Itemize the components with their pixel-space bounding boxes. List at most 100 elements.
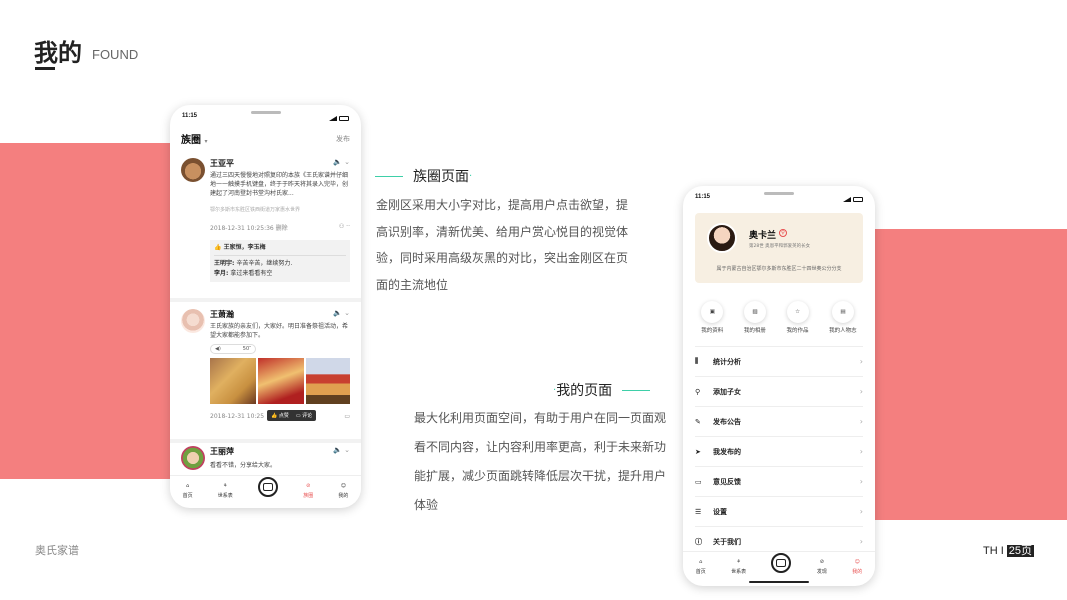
post-date: 2018-12-31 10:25 <box>210 413 265 420</box>
post-photo[interactable] <box>306 358 350 404</box>
add-user-icon: ⚲ <box>695 387 701 396</box>
title-underline <box>35 67 55 70</box>
circle-title[interactable]: 族圈 ▾ <box>181 131 208 146</box>
sound-icon: 🔈 <box>333 446 342 454</box>
sliders-icon: ☰ <box>695 507 702 516</box>
post-item: 王亚平 🔈 ⌄ 通过三四天慢慢地对照复印的本族《王氏家谱并仔细地一一触摸手机键盘… <box>181 158 350 298</box>
post-author[interactable]: 王萧瀚 <box>210 309 234 320</box>
tab-mine[interactable]: ☺ 我的 <box>338 481 348 499</box>
post-controls[interactable]: 🔈 ⌄ <box>333 158 350 166</box>
phone-mockup-mine: 11:15 奥卡兰 ♀ 第28世 奥恩平和郭爱英的长女 属于内蒙古自治区鄂尔多斯… <box>683 186 875 586</box>
menu-item-feedback[interactable]: ▭ 意见反馈 › <box>695 466 863 496</box>
avatar[interactable] <box>707 223 737 253</box>
chevron-right-icon: › <box>859 387 863 396</box>
tab-home[interactable]: ⌂ 首页 <box>696 557 706 575</box>
accent-band-left <box>0 143 175 479</box>
post-controls[interactable]: 🔈 ⌄ <box>333 446 350 454</box>
section1-body: 金刚区采用大小字对比，提高用户点击欲望，提高识别率，清新优美、给用户赏心悦目的视… <box>376 198 629 292</box>
compass-icon: ⊘ <box>819 559 824 565</box>
tab-discover[interactable]: ⊘ 发现 <box>817 557 827 575</box>
post-date: 2018-12-31 10:25:36 <box>210 225 274 232</box>
phone-mockup-circle: 11:15 族圈 ▾ 发布 王亚平 🔈 ⌄ 通过三四天慢慢地对照复印的本族《王氏… <box>170 105 361 508</box>
home-indicator <box>749 581 809 583</box>
profile-name: 奥卡兰 <box>749 231 777 241</box>
post-item: 王萧瀚 🔈 ⌄ 王氏家族的亲友们，大家好。明日准备祭祖活动，希望大家都能参加下。… <box>181 309 350 439</box>
notebook-icon: ▤ <box>831 301 854 323</box>
page-subtitle: FOUND <box>92 47 139 62</box>
book-icon <box>776 559 787 567</box>
profile-card[interactable]: 奥卡兰 ♀ 第28世 奥恩平和郭爱英的长女 属于内蒙古自治区鄂尔多斯市东胜区二十… <box>695 213 863 283</box>
post-text: 通过三四天慢慢地对照复印的本族《王氏家谱并仔细地一一触摸手机键盘，终于于昨天将其… <box>210 172 349 197</box>
menu-item-announce[interactable]: ✎ 发布公告 › <box>695 406 863 436</box>
section2-heading: · 我的页面 <box>553 380 651 400</box>
tab-home[interactable]: ⌂ 首页 <box>183 481 193 499</box>
publish-button[interactable]: 发布 <box>336 134 350 144</box>
chevron-right-icon: › <box>859 447 863 456</box>
shortcut-works[interactable]: ☆ 我的作品 <box>786 301 809 334</box>
likes-row: 👍 王家恒，李玉梅 <box>214 243 346 256</box>
chevron-right-icon: › <box>859 477 863 486</box>
battery-icon <box>853 196 863 202</box>
feedback-icon: ▭ <box>695 477 702 486</box>
avatar[interactable] <box>181 446 205 470</box>
status-bar: 11:15 <box>695 194 863 204</box>
profile-generation: 第28世 奥恩平和郭爱英的长女 <box>749 244 811 249</box>
section2-title: 我的页面 <box>556 383 613 399</box>
settings-menu: ⫼ 统计分析 › ⚲ 添加子女 › ✎ 发布公告 › ➤ 我发布的 › ▭ 意见反馈 › ☰ 设置 › … <box>695 346 863 556</box>
sound-icon: 🔈 <box>333 158 342 166</box>
tab-lineage[interactable]: ⚘ 世系表 <box>731 557 746 575</box>
heading-dot: · <box>469 170 473 182</box>
post-author[interactable]: 王丽萍 <box>210 446 234 457</box>
delete-link[interactable]: 删除 <box>276 225 288 232</box>
tab-mine[interactable]: ☺ 我的 <box>852 557 862 575</box>
tab-lineage[interactable]: ⚘ 世系表 <box>218 481 233 499</box>
center-book-button[interactable] <box>258 477 278 497</box>
section2-body: 最大化利用页面空间，有助于用户在同一页面观看不同内容，让内容利用率更高，利于未来… <box>414 411 667 512</box>
chevron-right-icon: › <box>859 537 863 546</box>
voice-message[interactable]: ◀) 50″ <box>210 344 256 354</box>
image-icon: ▨ <box>743 301 766 323</box>
tab-circle[interactable]: ⊘ 族圈 <box>303 481 313 499</box>
center-book-button[interactable] <box>771 553 792 573</box>
chevron-down-icon: ▾ <box>204 138 208 145</box>
post-meta: 2018-12-31 10:25:36 删除 ⚇ ·· <box>210 223 350 232</box>
shortcut-album[interactable]: ▨ 我的相册 <box>743 301 766 334</box>
footer-brand: 奥氏家谱 <box>35 544 79 557</box>
comment-toggle-icon[interactable]: ▭ <box>344 413 350 420</box>
post-divider <box>170 439 361 443</box>
compass-icon: ⊘ <box>306 483 311 489</box>
heading-line <box>622 389 651 391</box>
like-action[interactable]: 👍 点赞 <box>271 412 289 419</box>
heading-line <box>375 175 403 177</box>
shortcut-profile[interactable]: ▣ 我的资料 <box>701 301 723 334</box>
avatar[interactable] <box>181 158 205 182</box>
comment-row[interactable]: 李月: 拿过来看看有空 <box>214 269 346 279</box>
sound-icon: 🔈 <box>333 309 342 317</box>
comment-action[interactable]: ▭ 评论 <box>296 412 312 419</box>
post-item: 王丽萍 🔈 ⌄ 看看不错，分享给大家。 <box>181 446 350 476</box>
shortcut-biography[interactable]: ▤ 我的人物志 <box>829 301 857 334</box>
star-icon: ☆ <box>786 301 809 323</box>
comment-box: 👍 王家恒，李玉梅 王明宇: 辛苦辛苦，继续努力. 李月: 拿过来看看有空 <box>210 240 350 282</box>
comment-row[interactable]: 王明宇: 辛苦辛苦，继续努力. <box>214 259 346 269</box>
menu-item-add-child[interactable]: ⚲ 添加子女 › <box>695 376 863 406</box>
post-controls[interactable]: 🔈 ⌄ <box>333 309 350 317</box>
more-icon[interactable]: ⚇ ·· <box>339 223 350 232</box>
post-photo[interactable] <box>210 358 256 404</box>
like-icon: 👍 <box>214 244 222 251</box>
menu-item-settings[interactable]: ☰ 设置 › <box>695 496 863 526</box>
book-icon <box>263 483 273 491</box>
status-icons <box>329 113 349 123</box>
menu-item-my-posts[interactable]: ➤ 我发布的 › <box>695 436 863 466</box>
voice-icon: ◀) <box>215 346 221 352</box>
avatar[interactable] <box>181 309 205 333</box>
post-divider <box>170 298 361 302</box>
post-photo[interactable] <box>258 358 304 404</box>
post-author[interactable]: 王亚平 <box>210 158 234 169</box>
menu-item-statistics[interactable]: ⫼ 统计分析 › <box>695 346 863 376</box>
tree-icon: ⚘ <box>736 559 741 565</box>
chevron-right-icon: › <box>859 357 863 366</box>
status-bar: 11:15 <box>182 113 349 123</box>
page-title: 我的 <box>34 39 82 67</box>
signal-icon <box>329 115 337 121</box>
